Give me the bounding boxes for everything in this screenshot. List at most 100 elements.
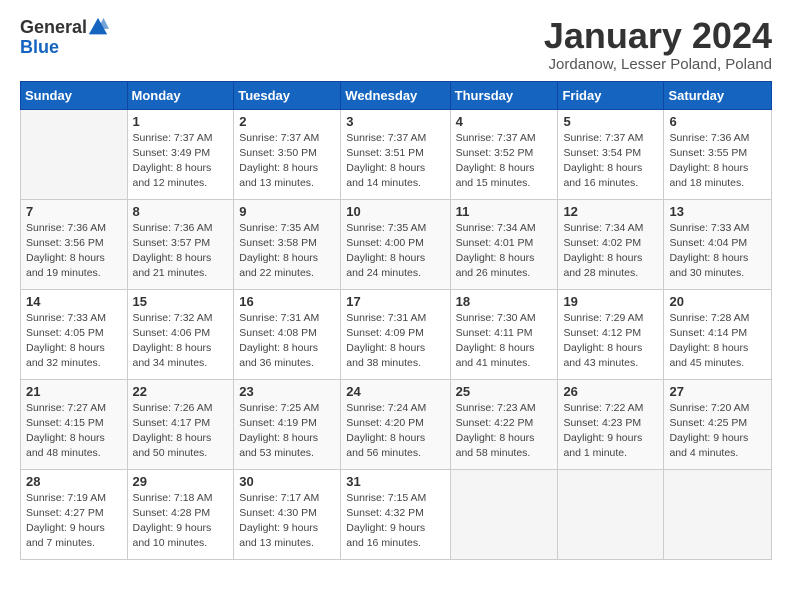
day-info: Sunrise: 7:37 AMSunset: 3:49 PMDaylight:… [133,131,229,192]
day-number: 25 [456,384,553,399]
calendar-cell: 8 Sunrise: 7:36 AMSunset: 3:57 PMDaylight… [127,199,234,289]
day-info: Sunrise: 7:24 AMSunset: 4:20 PMDaylight:… [346,401,444,462]
calendar-cell: 4Sunrise: 7:37 AMSunset: 3:52 PMDaylight… [450,109,558,199]
day-number: 15 [133,294,229,309]
day-number: 3 [346,114,444,129]
day-info: Sunrise: 7:20 AMSunset: 4:25 PMDaylight:… [669,401,766,462]
day-info: Sunrise: 7:36 AMSunset: 3:55 PMDaylight:… [669,131,766,192]
day-info: Sunrise: 7:37 AMSunset: 3:50 PMDaylight:… [239,131,335,192]
calendar-table: SundayMondayTuesdayWednesdayThursdayFrid… [20,81,772,560]
day-info: Sunrise: 7:37 AMSunset: 3:52 PMDaylight:… [456,131,553,192]
day-header-sunday: Sunday [21,81,128,109]
calendar-cell: 6 Sunrise: 7:36 AMSunset: 3:55 PMDaylight… [664,109,772,199]
calendar-cell: 31 Sunrise: 7:15 AMSunset: 4:32 PMDayligh… [341,469,450,559]
day-number: 26 [563,384,658,399]
calendar-cell: 1 Sunrise: 7:37 AMSunset: 3:49 PMDaylight… [127,109,234,199]
day-number: 28 [26,474,122,489]
day-info: Sunrise: 7:37 AMSunset: 3:51 PMDaylight:… [346,131,444,192]
calendar-cell [21,109,128,199]
day-header-tuesday: Tuesday [234,81,341,109]
day-number: 31 [346,474,444,489]
calendar-cell: 25 Sunrise: 7:23 AMSunset: 4:22 PMDayligh… [450,379,558,469]
logo-icon [87,16,109,38]
day-info: Sunrise: 7:31 AMSunset: 4:08 PMDaylight:… [239,311,335,372]
day-number: 23 [239,384,335,399]
calendar-cell: 22Sunrise: 7:26 AMSunset: 4:17 PMDayligh… [127,379,234,469]
day-info: Sunrise: 7:32 AMSunset: 4:06 PMDaylight:… [133,311,229,372]
calendar-cell: 12 Sunrise: 7:34 AMSunset: 4:02 PMDayligh… [558,199,664,289]
calendar-cell: 18 Sunrise: 7:30 AMSunset: 4:11 PMDayligh… [450,289,558,379]
day-info: Sunrise: 7:34 AMSunset: 4:02 PMDaylight:… [563,221,658,282]
calendar-cell: 20Sunrise: 7:28 AMSunset: 4:14 PMDayligh… [664,289,772,379]
day-number: 6 [669,114,766,129]
calendar-cell: 13 Sunrise: 7:33 AMSunset: 4:04 PMDayligh… [664,199,772,289]
calendar-cell: 24Sunrise: 7:24 AMSunset: 4:20 PMDayligh… [341,379,450,469]
day-info: Sunrise: 7:27 AMSunset: 4:15 PMDaylight:… [26,401,122,462]
week-row-4: 21 Sunrise: 7:27 AMSunset: 4:15 PMDayligh… [21,379,772,469]
day-header-wednesday: Wednesday [341,81,450,109]
calendar-cell [450,469,558,559]
day-number: 12 [563,204,658,219]
header: General Blue January 2024 Jordanow, Less… [20,16,772,73]
calendar-cell: 9 Sunrise: 7:35 AMSunset: 3:58 PMDaylight… [234,199,341,289]
calendar-cell: 30 Sunrise: 7:17 AMSunset: 4:30 PMDayligh… [234,469,341,559]
calendar-cell: 11Sunrise: 7:34 AMSunset: 4:01 PMDayligh… [450,199,558,289]
day-number: 21 [26,384,122,399]
day-header-saturday: Saturday [664,81,772,109]
location-title: Jordanow, Lesser Poland, Poland [544,56,772,73]
day-number: 5 [563,114,658,129]
day-number: 16 [239,294,335,309]
day-number: 17 [346,294,444,309]
day-number: 13 [669,204,766,219]
day-number: 22 [133,384,229,399]
day-number: 1 [133,114,229,129]
day-info: Sunrise: 7:33 AMSunset: 4:05 PMDaylight:… [26,311,122,372]
calendar-cell [664,469,772,559]
day-info: Sunrise: 7:23 AMSunset: 4:22 PMDaylight:… [456,401,553,462]
day-info: Sunrise: 7:15 AMSunset: 4:32 PMDaylight:… [346,491,444,552]
day-info: Sunrise: 7:17 AMSunset: 4:30 PMDaylight:… [239,491,335,552]
day-number: 14 [26,294,122,309]
day-number: 19 [563,294,658,309]
day-header-monday: Monday [127,81,234,109]
calendar-cell: 14 Sunrise: 7:33 AMSunset: 4:05 PMDayligh… [21,289,128,379]
calendar-cell: 16 Sunrise: 7:31 AMSunset: 4:08 PMDayligh… [234,289,341,379]
week-row-1: 1 Sunrise: 7:37 AMSunset: 3:49 PMDaylight… [21,109,772,199]
day-number: 2 [239,114,335,129]
day-info: Sunrise: 7:37 AMSunset: 3:54 PMDaylight:… [563,131,658,192]
calendar-cell: 26 Sunrise: 7:22 AMSunset: 4:23 PMDayligh… [558,379,664,469]
day-info: Sunrise: 7:28 AMSunset: 4:14 PMDaylight:… [669,311,766,372]
day-info: Sunrise: 7:19 AMSunset: 4:27 PMDaylight:… [26,491,122,552]
calendar-cell: 2 Sunrise: 7:37 AMSunset: 3:50 PMDaylight… [234,109,341,199]
month-title: January 2024 [544,16,772,56]
calendar-cell: 29Sunrise: 7:18 AMSunset: 4:28 PMDayligh… [127,469,234,559]
day-info: Sunrise: 7:36 AMSunset: 3:56 PMDaylight:… [26,221,122,282]
logo-blue: Blue [20,38,59,56]
calendar-cell: 17 Sunrise: 7:31 AMSunset: 4:09 PMDayligh… [341,289,450,379]
day-number: 29 [133,474,229,489]
calendar-cell: 3 Sunrise: 7:37 AMSunset: 3:51 PMDaylight… [341,109,450,199]
day-info: Sunrise: 7:29 AMSunset: 4:12 PMDaylight:… [563,311,658,372]
day-number: 30 [239,474,335,489]
days-header-row: SundayMondayTuesdayWednesdayThursdayFrid… [21,81,772,109]
calendar-cell: 15 Sunrise: 7:32 AMSunset: 4:06 PMDayligh… [127,289,234,379]
day-info: Sunrise: 7:31 AMSunset: 4:09 PMDaylight:… [346,311,444,372]
day-info: Sunrise: 7:33 AMSunset: 4:04 PMDaylight:… [669,221,766,282]
week-row-5: 28 Sunrise: 7:19 AMSunset: 4:27 PMDayligh… [21,469,772,559]
day-info: Sunrise: 7:25 AMSunset: 4:19 PMDaylight:… [239,401,335,462]
day-number: 11 [456,204,553,219]
day-number: 7 [26,204,122,219]
day-info: Sunrise: 7:35 AMSunset: 3:58 PMDaylight:… [239,221,335,282]
day-header-thursday: Thursday [450,81,558,109]
day-info: Sunrise: 7:35 AMSunset: 4:00 PMDaylight:… [346,221,444,282]
day-info: Sunrise: 7:30 AMSunset: 4:11 PMDaylight:… [456,311,553,372]
day-info: Sunrise: 7:36 AMSunset: 3:57 PMDaylight:… [133,221,229,282]
day-number: 27 [669,384,766,399]
day-number: 8 [133,204,229,219]
day-info: Sunrise: 7:22 AMSunset: 4:23 PMDaylight:… [563,401,658,462]
day-number: 9 [239,204,335,219]
day-number: 18 [456,294,553,309]
logo: General Blue [20,16,109,56]
calendar-cell: 7 Sunrise: 7:36 AMSunset: 3:56 PMDaylight… [21,199,128,289]
calendar-cell: 21 Sunrise: 7:27 AMSunset: 4:15 PMDayligh… [21,379,128,469]
